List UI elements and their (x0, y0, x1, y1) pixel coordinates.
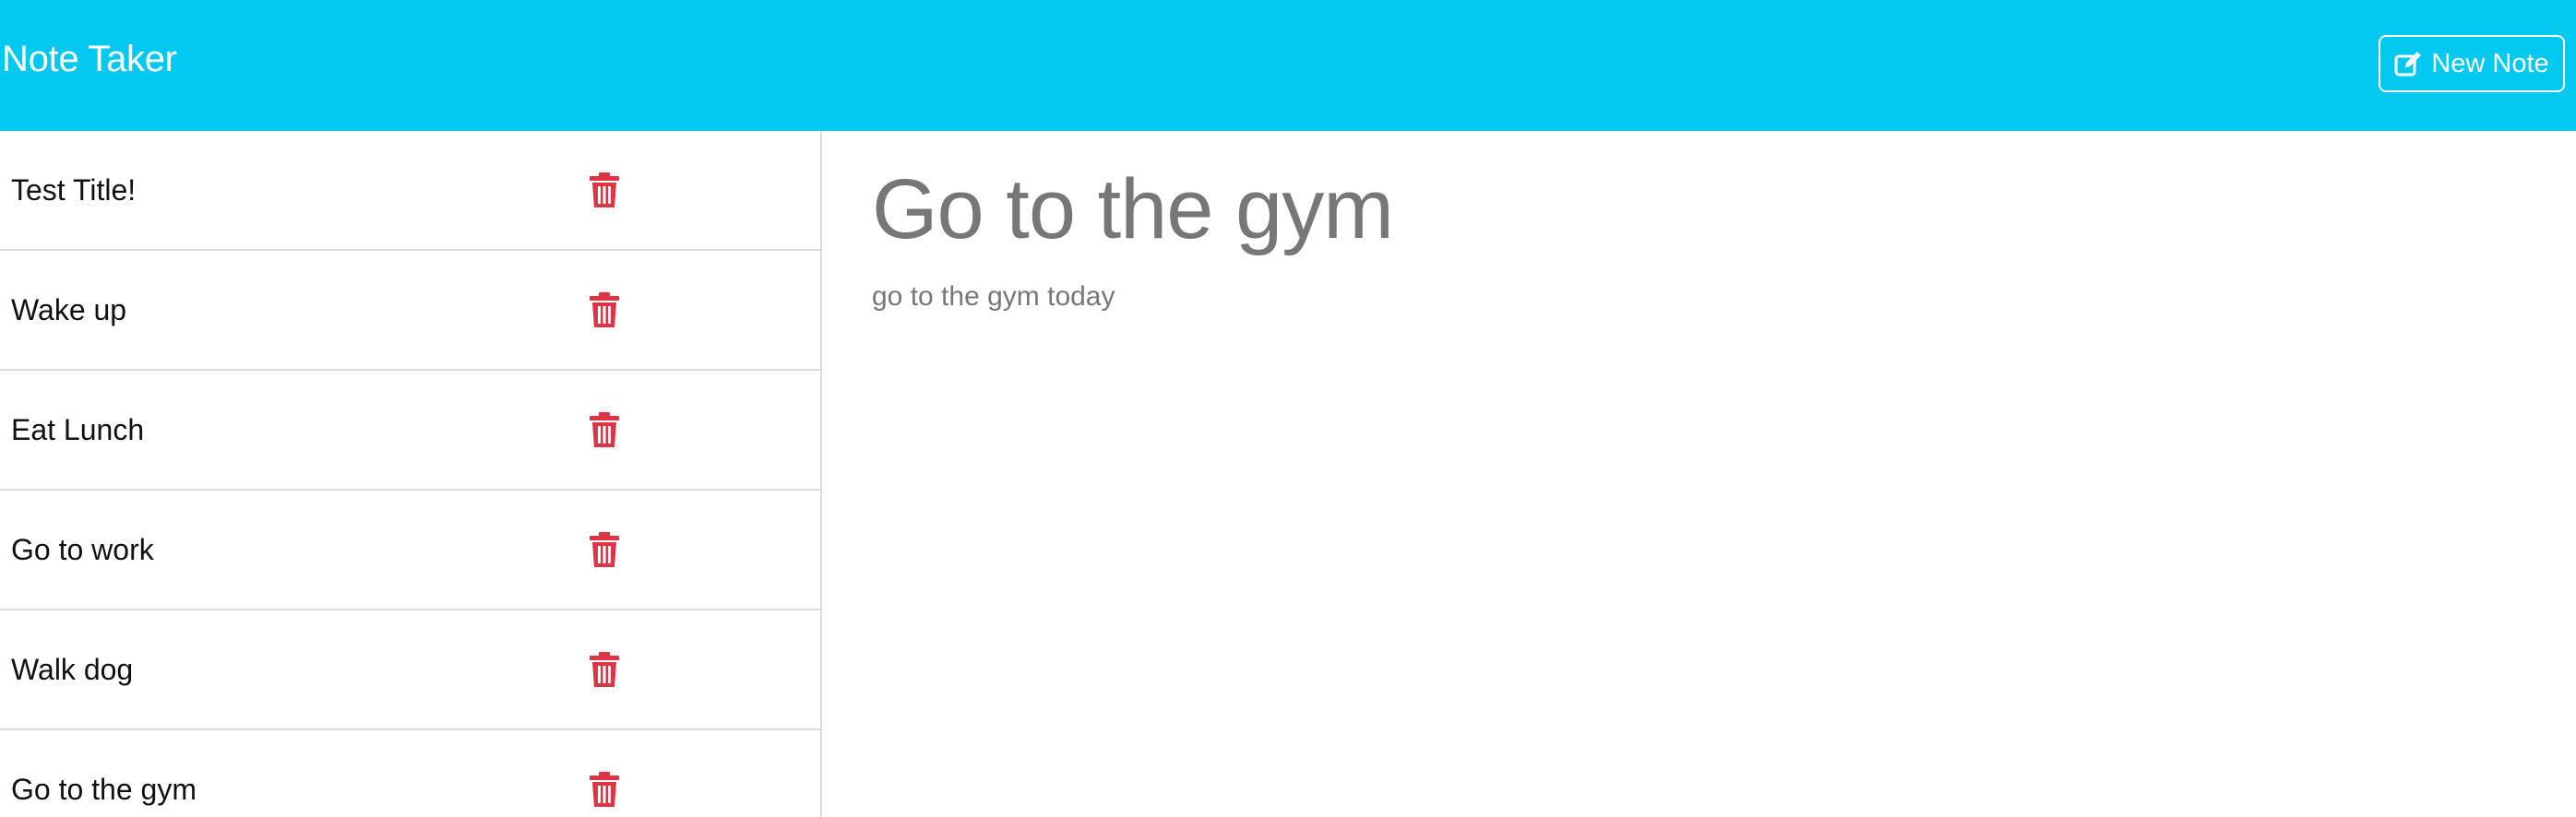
list-item[interactable]: Wake up (0, 251, 820, 371)
note-title: Go to the gym (11, 772, 197, 806)
note-title-input[interactable]: Go to the gym (872, 159, 1394, 260)
list-item[interactable]: Test Title! (0, 131, 820, 251)
note-title: Test Title! (11, 172, 137, 207)
navbar: Note Taker New Note (0, 0, 2576, 131)
note-title: Walk dog (11, 652, 134, 686)
note-title: Go to work (11, 532, 154, 566)
new-note-label: New Note (2431, 48, 2549, 78)
note-title: Eat Lunch (11, 412, 145, 446)
trash-icon[interactable] (589, 411, 620, 448)
edit-icon (2394, 51, 2422, 77)
note-editor: Go to the gym go to the gym today (824, 131, 2576, 817)
list-item[interactable]: Walk dog (0, 610, 820, 730)
new-note-button[interactable]: New Note (2379, 35, 2565, 92)
note-title: Wake up (11, 292, 127, 326)
trash-icon[interactable] (589, 771, 620, 808)
list-item[interactable]: Eat Lunch (0, 371, 820, 491)
note-text-area[interactable]: go to the gym today (872, 278, 1115, 315)
app-brand[interactable]: Note Taker (2, 33, 177, 85)
list-item[interactable]: Go to work (0, 491, 820, 610)
list-item[interactable]: Go to the gym (0, 730, 820, 817)
trash-icon[interactable] (589, 531, 620, 568)
trash-icon[interactable] (589, 651, 620, 688)
trash-icon[interactable] (589, 172, 620, 208)
trash-icon[interactable] (589, 291, 620, 328)
note-list: Test Title! Wake up Eat Lunch Go to work… (0, 131, 822, 817)
